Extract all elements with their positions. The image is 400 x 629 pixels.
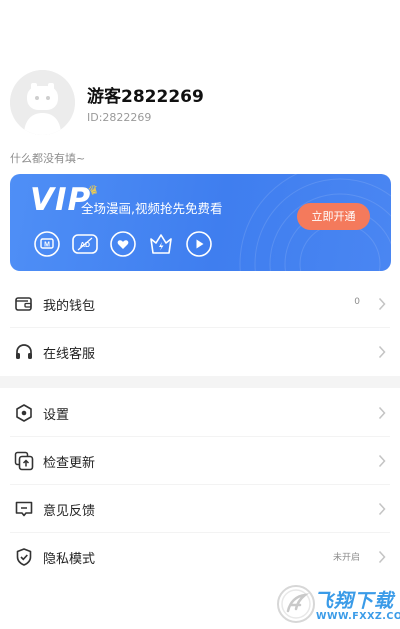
menu-item-label: 隐私模式 <box>43 552 96 567</box>
default-avatar-icon <box>10 70 75 135</box>
svg-text:M: M <box>44 242 50 249</box>
wallet-balance: 0 <box>354 297 360 307</box>
menu-item-check-update[interactable]: 检查更新 <box>0 437 400 485</box>
play-icon <box>186 231 212 257</box>
menu-item-customer-service[interactable]: 在线客服 <box>0 328 400 376</box>
menu-item-feedback[interactable]: 意见反馈 <box>0 485 400 533</box>
vip-banner[interactable]: VIP ♛ 全场漫画,视频抢先免费看 立即开通 M AD <box>10 174 391 271</box>
menu-item-settings[interactable]: 设置 <box>0 389 400 437</box>
watermark: 飞翔下载 WWW.FXXZ.COM <box>276 584 400 626</box>
menu-item-label: 意见反馈 <box>43 504 96 519</box>
menu-item-label: 检查更新 <box>43 456 96 471</box>
menu-item-label: 设置 <box>43 408 70 423</box>
menu-item-wallet[interactable]: 我的钱包 0 <box>0 280 400 328</box>
user-bio[interactable]: 什么都没有填~ <box>10 150 85 166</box>
menu-item-label: 在线客服 <box>43 347 96 362</box>
menu-item-privacy-mode[interactable]: 隐私模式 未开启 <box>0 533 400 581</box>
crown-badge-icon <box>148 231 174 257</box>
chevron-right-icon <box>378 502 386 516</box>
username[interactable]: 游客2822269 <box>87 82 204 107</box>
chevron-right-icon <box>378 550 386 564</box>
ad-free-icon: AD <box>72 231 98 257</box>
vip-activate-button[interactable]: 立即开通 <box>297 203 370 230</box>
watermark-url: WWW.FXXZ.COM <box>316 611 400 622</box>
watermark-name: 飞翔下载 <box>314 590 395 612</box>
avatar[interactable] <box>10 70 75 135</box>
m-badge-icon: M <box>34 231 60 257</box>
profile-header: 游客2822269 ID:2822269 什么都没有填~ <box>0 0 400 175</box>
privacy-status: 未开启 <box>332 553 360 563</box>
chevron-right-icon <box>378 406 386 420</box>
feedback-icon <box>14 499 34 519</box>
menu-item-label: 我的钱包 <box>43 299 96 314</box>
shield-check-icon <box>14 547 34 567</box>
heart-icon <box>110 231 136 257</box>
wallet-icon <box>14 294 34 314</box>
chevron-right-icon <box>378 297 386 311</box>
vip-slogan: 全场漫画,视频抢先免费看 <box>81 201 223 216</box>
section-divider <box>0 376 400 388</box>
update-icon <box>14 451 34 471</box>
chevron-right-icon <box>378 345 386 359</box>
hexagon-settings-icon <box>14 403 34 423</box>
chevron-right-icon <box>378 454 386 468</box>
headset-icon <box>14 342 34 362</box>
fxxz-logo-icon <box>276 584 316 624</box>
svg-text:AD: AD <box>80 242 90 249</box>
user-id: ID:2822269 <box>87 111 152 124</box>
